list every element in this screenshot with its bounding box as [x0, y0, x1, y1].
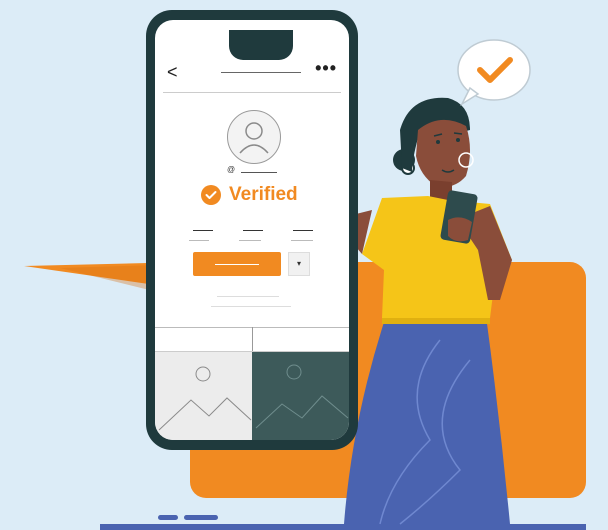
- media-tile[interactable]: [155, 352, 252, 440]
- stat-label-placeholder: [239, 240, 261, 241]
- header-divider: [163, 92, 341, 93]
- verified-label: Verified: [229, 184, 298, 205]
- stat-label-placeholder: [189, 240, 209, 241]
- dropdown-button[interactable]: ▾: [288, 252, 310, 276]
- stat-label-placeholder: [291, 240, 313, 241]
- back-chevron-icon[interactable]: <: [167, 62, 178, 83]
- speech-bubble: [457, 39, 531, 107]
- follow-button[interactable]: [193, 252, 281, 276]
- media-tile[interactable]: [252, 352, 349, 440]
- phone-mockup: < ••• @ Verified ▾: [146, 10, 358, 450]
- verified-badge: Verified: [201, 184, 298, 206]
- stat-placeholder: [293, 230, 313, 231]
- phone-screen: < ••• @ Verified ▾: [155, 20, 349, 440]
- image-placeholder-icon: [255, 364, 349, 429]
- tabs-separator: [252, 327, 253, 351]
- decorative-dashes: [158, 515, 218, 520]
- button-label-placeholder: [215, 264, 259, 265]
- bio-placeholder: [217, 296, 279, 297]
- more-dots-icon[interactable]: •••: [315, 58, 337, 79]
- phone-notch: [229, 30, 293, 60]
- handle-symbol: @: [227, 165, 236, 174]
- stat-placeholder: [243, 230, 263, 231]
- image-placeholder-icon: [158, 366, 252, 431]
- check-circle-icon: [201, 185, 221, 205]
- username-placeholder: [241, 172, 277, 173]
- user-avatar-icon[interactable]: [227, 110, 281, 164]
- nav-title-placeholder: [221, 72, 301, 73]
- floor-line: [100, 524, 586, 530]
- stat-placeholder: [193, 230, 213, 231]
- bio-placeholder: [211, 306, 291, 307]
